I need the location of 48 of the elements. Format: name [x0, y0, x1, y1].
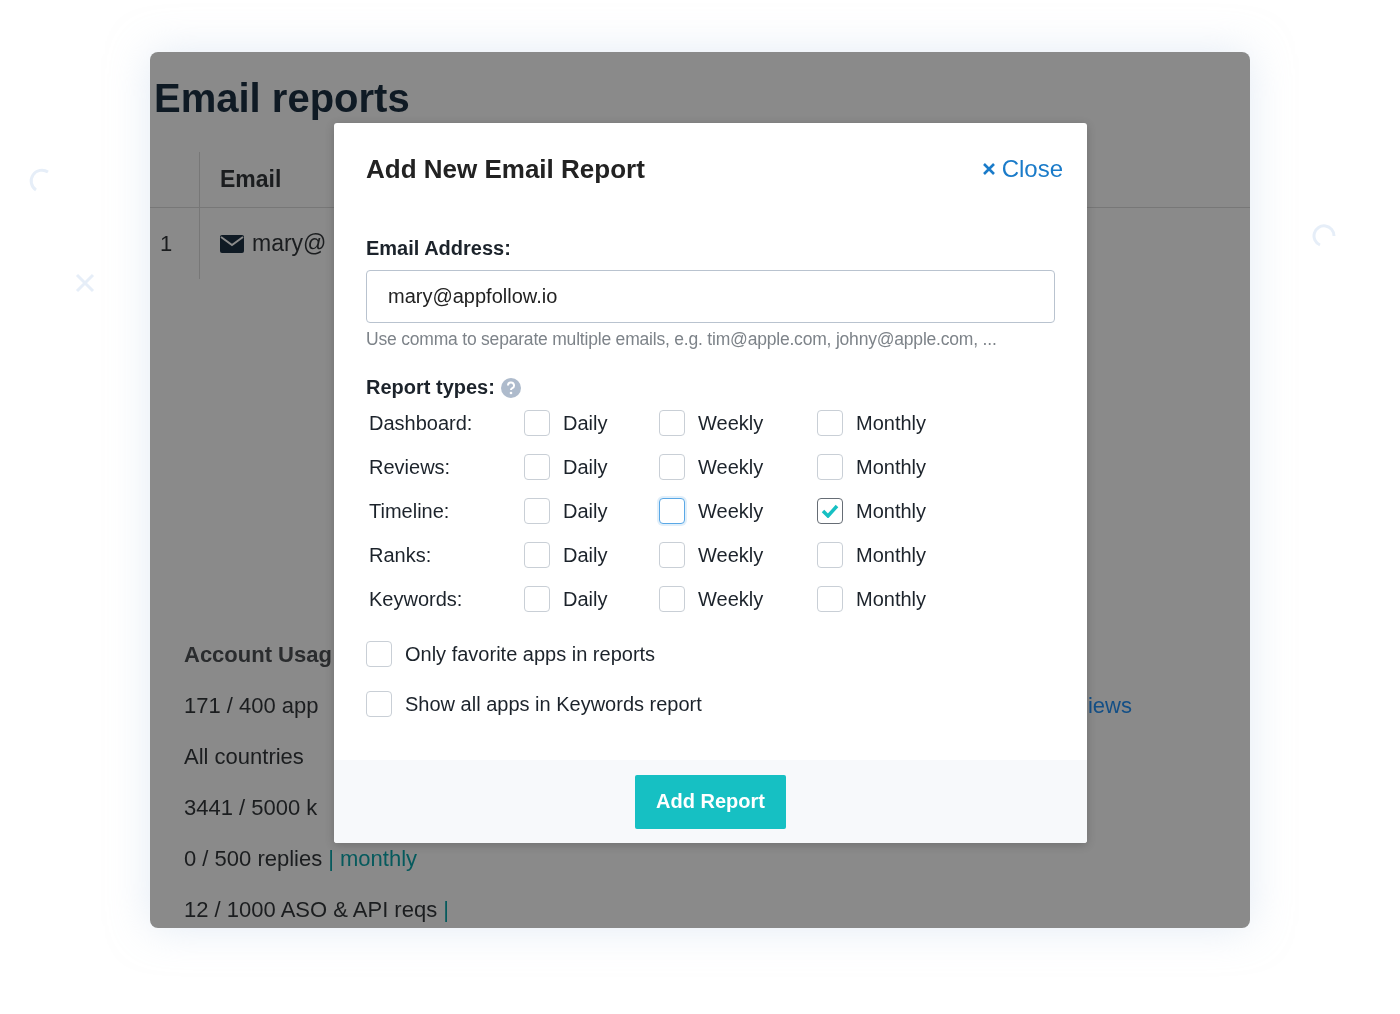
modal-title: Add New Email Report — [366, 153, 645, 185]
help-icon[interactable] — [500, 377, 521, 398]
report-type-label: Keywords: — [368, 586, 464, 612]
usage-text: 171 / 400 app — [184, 692, 319, 720]
add-report-button[interactable]: Add Report — [635, 774, 786, 829]
link[interactable]: iews — [1088, 680, 1132, 731]
usage-link[interactable]: | — [443, 884, 449, 928]
option-label: Weekly — [698, 455, 764, 479]
option-label: Monthly — [856, 411, 927, 435]
hint-text: Use comma to separate multiple emails, e.g. tim@apple.com, johny@apple.com, ... — [366, 329, 998, 350]
row-number: 1 — [150, 208, 200, 279]
checkmark-icon — [821, 504, 839, 518]
usage-text: 12 / 1000 ASO & API reqs — [184, 896, 438, 924]
field-label: Email Address: — [366, 237, 512, 260]
option-label: Daily — [563, 543, 608, 567]
page-title: Email reports — [153, 75, 411, 122]
option-label: Weekly — [698, 499, 764, 523]
report-type-label: Dashboard: — [368, 410, 474, 436]
usage-text: 0 / 500 replies — [184, 845, 323, 873]
option-label: Only favorite apps in reports — [405, 642, 656, 666]
option-label: Daily — [563, 411, 608, 435]
email-input[interactable]: mary@appfollow.io — [366, 270, 1055, 323]
email-text: mary@ — [252, 230, 327, 257]
checkbox[interactable] — [817, 498, 843, 524]
cross-icon — [74, 272, 96, 294]
option-label: Daily — [563, 587, 608, 611]
column-header: Email — [219, 165, 282, 194]
option-label: Monthly — [856, 587, 927, 611]
option-label: Weekly — [698, 411, 764, 435]
usage-text: 3441 / 5000 k — [184, 794, 318, 822]
report-type-label: Reviews: — [368, 454, 452, 480]
close-button[interactable]: Close — [981, 155, 1063, 183]
report-type-label: Timeline: — [368, 498, 451, 524]
checkbox[interactable] — [659, 498, 685, 524]
option-label: Show all apps in Keywords report — [405, 692, 702, 716]
section-label: Report types: — [366, 376, 495, 399]
section-title: Account Usag — [184, 641, 332, 669]
option-label: Weekly — [698, 543, 764, 567]
option-label: Daily — [563, 499, 608, 523]
envelope-icon — [220, 234, 244, 253]
usage-text: All countries — [184, 743, 304, 771]
report-type-label: Ranks: — [368, 542, 433, 568]
close-icon — [981, 162, 996, 176]
option-label: Monthly — [856, 543, 927, 567]
option-label: Monthly — [856, 499, 927, 523]
option-label: Weekly — [698, 587, 764, 611]
option-label: Daily — [563, 455, 608, 479]
option-label: Monthly — [856, 455, 927, 479]
